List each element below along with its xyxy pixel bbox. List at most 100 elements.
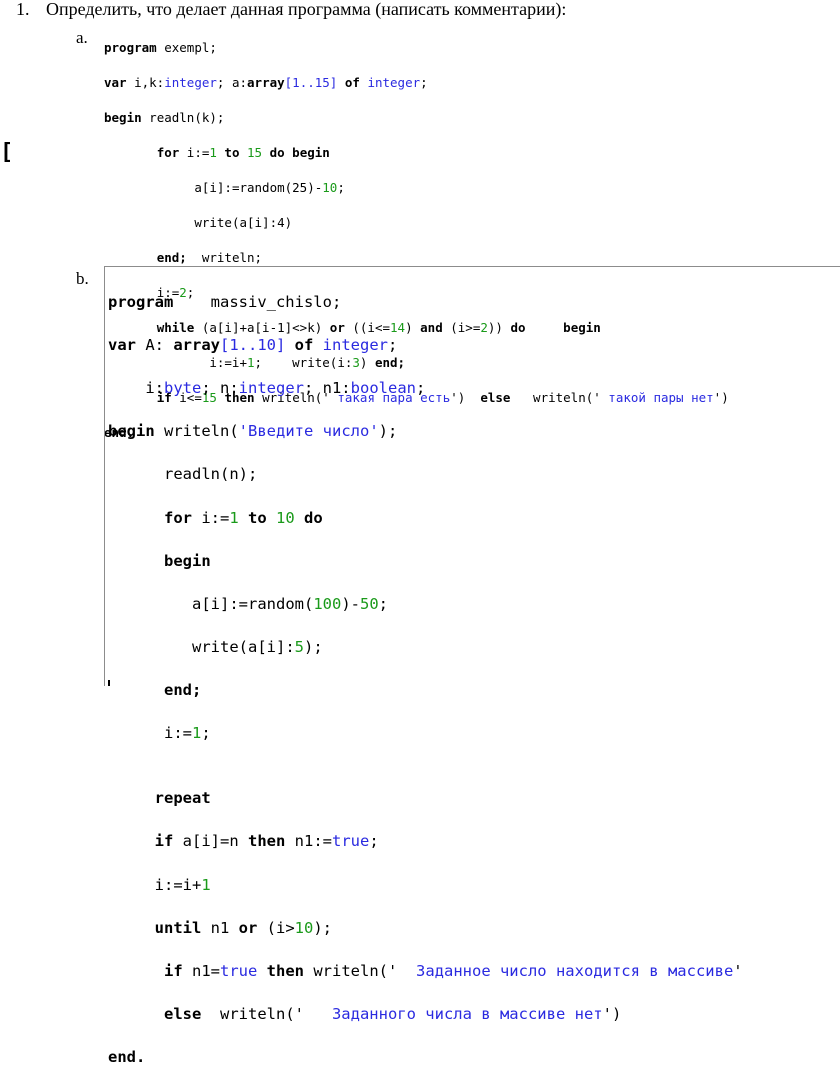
code-line: for i:=1 to 10 do bbox=[108, 508, 840, 530]
number: 5 bbox=[294, 638, 304, 657]
code-line: if n1=true then writeln(' Заданное число… bbox=[108, 961, 840, 983]
code-line: until n1 or (i>10); bbox=[108, 918, 840, 940]
code-text: write(a[i]:4) bbox=[194, 214, 293, 230]
code-line: end. bbox=[108, 1047, 840, 1069]
keyword: to bbox=[216, 144, 248, 160]
code-line: program massiv_chislo; bbox=[108, 292, 840, 314]
code-line: begin bbox=[108, 551, 840, 573]
task-text: Определить, что делает данная программа … bbox=[46, 0, 567, 19]
keyword: end. bbox=[108, 1048, 146, 1067]
code-text: ); bbox=[313, 918, 333, 937]
number: 1 bbox=[192, 724, 202, 743]
code-text: (i> bbox=[257, 918, 295, 937]
code-text: ; bbox=[378, 594, 389, 613]
code-line: i:=1; bbox=[108, 723, 840, 745]
code-text: ; bbox=[369, 832, 379, 851]
code-text: ); bbox=[304, 638, 323, 657]
code-line: readln(n); bbox=[108, 464, 840, 486]
code-text: ' bbox=[733, 962, 743, 980]
keyword: program bbox=[104, 39, 157, 55]
code-text: n1= bbox=[182, 962, 220, 980]
code-text: a[i]:=random(25)- bbox=[194, 179, 323, 195]
code-text: i,k: bbox=[126, 74, 165, 90]
code-text: ; n1: bbox=[303, 378, 351, 397]
number: 10 bbox=[322, 179, 338, 195]
code-line: begin readln(k); bbox=[104, 109, 840, 127]
code-text: ); bbox=[378, 422, 398, 441]
code-text: i:=i+ bbox=[154, 875, 202, 894]
code-text: writeln( bbox=[154, 422, 239, 441]
code-line: var A: array[1..10] of integer; bbox=[108, 335, 840, 357]
string-literal: Заданное число находится в массиве bbox=[397, 962, 734, 980]
code-text: ') bbox=[602, 1005, 622, 1024]
type-name: boolean bbox=[350, 378, 416, 397]
keyword: else bbox=[164, 1005, 202, 1024]
keyword: of bbox=[337, 74, 368, 90]
keyword: begin bbox=[164, 551, 211, 570]
number: 10 bbox=[294, 918, 314, 937]
keyword: end; bbox=[164, 681, 202, 700]
code-line: program exempl; bbox=[104, 39, 840, 57]
keyword: if bbox=[164, 962, 183, 980]
code-text: i: bbox=[108, 378, 164, 397]
keyword: begin bbox=[104, 109, 142, 125]
keyword: var bbox=[108, 335, 136, 354]
number: 1 bbox=[201, 875, 211, 894]
number: 50 bbox=[360, 594, 379, 613]
code-text: n1:= bbox=[285, 832, 332, 851]
margin-mark: [ bbox=[0, 140, 14, 165]
type-name: byte bbox=[164, 378, 202, 397]
code-line: if a[i]=n then n1:=true; bbox=[108, 831, 840, 853]
code-text: readln(k); bbox=[141, 109, 225, 125]
task-number: 1. bbox=[16, 0, 30, 19]
label-a: a. bbox=[76, 28, 88, 47]
code-line: repeat bbox=[108, 788, 840, 810]
type-name: integer bbox=[238, 378, 304, 397]
code-text: n1 bbox=[201, 918, 239, 937]
range: [1..10] bbox=[220, 335, 286, 354]
keyword: of bbox=[285, 335, 323, 354]
code-line: begin writeln('Введите число'); bbox=[108, 421, 840, 443]
keyword: do begin bbox=[262, 144, 330, 160]
code-line: else writeln(' Заданного числа в массиве… bbox=[108, 1004, 840, 1026]
keyword: or bbox=[238, 918, 258, 937]
range: [1..15] bbox=[284, 74, 338, 90]
string-literal: 'Введите число' bbox=[238, 422, 379, 441]
type-name: integer bbox=[367, 74, 421, 90]
code-text: ; bbox=[201, 724, 211, 743]
code-text: ; n: bbox=[201, 378, 239, 397]
code-line: i:=i+1 bbox=[108, 875, 840, 897]
code-line: end; writeln; bbox=[104, 249, 840, 267]
type-name: integer bbox=[322, 335, 388, 354]
code-line: a[i]:=random(100)-50; bbox=[108, 594, 840, 616]
code-text: massiv_chislo; bbox=[173, 292, 342, 311]
code-line: var i,k:integer; a:array[1..15] of integ… bbox=[104, 74, 840, 92]
code-text: writeln(' bbox=[201, 1005, 304, 1024]
code-line: i:byte; n:integer; n1:boolean; bbox=[108, 378, 840, 400]
number: 100 bbox=[313, 594, 342, 613]
keyword: to bbox=[238, 508, 276, 527]
code-line: a[i]:=random(25)-10; bbox=[104, 179, 840, 197]
code-line: end; bbox=[108, 680, 840, 702]
keyword: if bbox=[154, 832, 174, 851]
code-text: exempl; bbox=[156, 39, 217, 55]
code-block-b: program massiv_chislo; var A: array[1..1… bbox=[108, 270, 840, 1091]
number: 15 bbox=[247, 144, 263, 160]
number: 1 bbox=[229, 508, 239, 527]
code-text: write(a[i]: bbox=[192, 638, 295, 657]
code-text: writeln; bbox=[186, 249, 263, 265]
code-text: ; bbox=[337, 179, 345, 195]
task-heading: 1. Определить, что делает данная программ… bbox=[16, 0, 566, 20]
keyword: then bbox=[257, 962, 304, 980]
keyword: repeat bbox=[154, 789, 211, 808]
keyword: do bbox=[294, 508, 323, 527]
code-line: write(a[i]:4) bbox=[104, 214, 840, 232]
keyword: for bbox=[164, 508, 192, 527]
code-text: writeln(' bbox=[304, 962, 398, 980]
keyword: until bbox=[154, 918, 202, 937]
number: 1 bbox=[209, 144, 217, 160]
code-text: A: bbox=[136, 335, 174, 354]
keyword: array bbox=[173, 335, 220, 354]
keyword: begin bbox=[108, 422, 155, 441]
keyword: then bbox=[248, 832, 286, 851]
